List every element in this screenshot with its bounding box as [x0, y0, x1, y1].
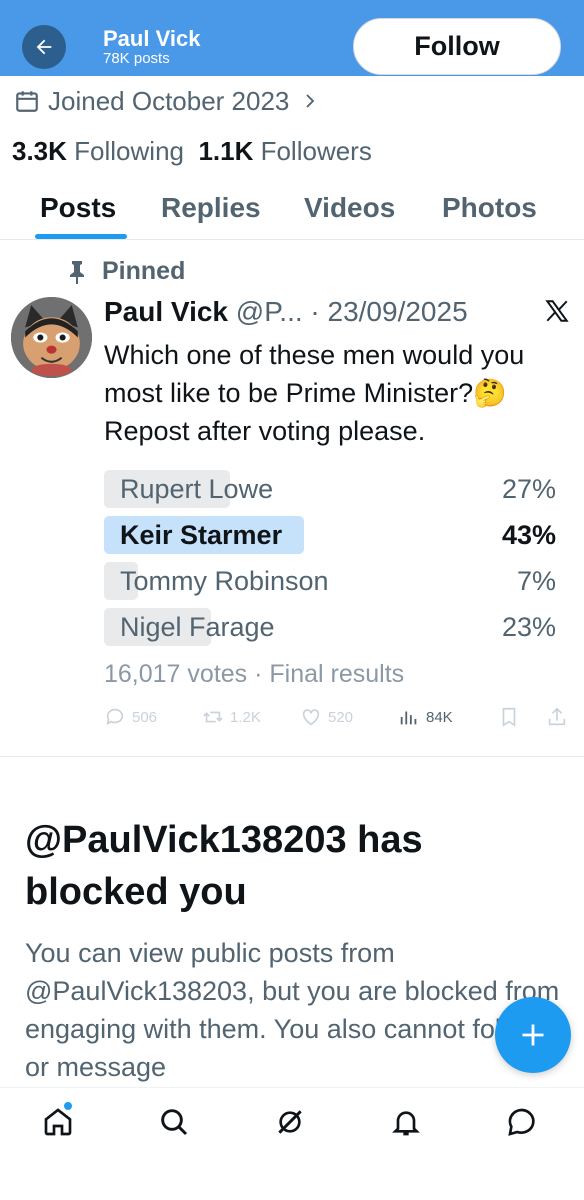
chat-bubble-icon	[508, 1108, 535, 1136]
poll-option-percent: 23%	[501, 612, 556, 642]
poll-option-label: Nigel Farage	[120, 612, 275, 642]
nav-notifications[interactable]	[390, 1106, 426, 1142]
like-button[interactable]: 520	[300, 706, 353, 728]
followers-label: Followers	[260, 136, 372, 166]
repost-button[interactable]: 1.2K	[202, 706, 261, 728]
post-header: Paul Vick @P... · 23/09/2025	[104, 296, 468, 328]
heart-icon	[302, 709, 320, 726]
poll-option-percent: 43%	[501, 520, 556, 550]
nav-messages[interactable]	[506, 1106, 542, 1142]
compose-button[interactable]	[495, 997, 571, 1073]
section-divider	[0, 756, 584, 757]
avatar[interactable]	[11, 297, 92, 378]
tab-posts[interactable]: Posts	[40, 192, 116, 224]
tab-replies[interactable]: Replies	[161, 192, 261, 224]
profile-tabs: Posts Replies Videos Photos	[0, 188, 584, 240]
header-name: Paul Vick	[103, 26, 201, 51]
repost-icon	[203, 711, 223, 723]
nav-home[interactable]	[42, 1106, 78, 1142]
pin-icon	[70, 260, 84, 284]
following-link[interactable]: 3.3K Following	[12, 136, 184, 166]
poll-option: Keir Starmer 43%	[104, 516, 556, 554]
following-count: 3.3K	[12, 136, 67, 166]
post-text: Which one of these men would you most li…	[104, 340, 525, 446]
notification-dot	[64, 1102, 72, 1110]
views-count: 84K	[426, 708, 453, 726]
chevron-right-icon	[306, 94, 315, 108]
bottom-navigation	[0, 1087, 584, 1200]
post-author-name[interactable]: Paul Vick	[104, 296, 228, 327]
profile-header: Paul Vick 78K posts Follow	[0, 0, 584, 76]
header-post-count: 78K posts	[103, 50, 170, 67]
poll-option-label: Keir Starmer	[120, 520, 283, 550]
back-button[interactable]	[22, 25, 66, 69]
bookmark-icon	[502, 707, 516, 727]
poll-option: Nigel Farage 23%	[104, 608, 556, 646]
active-tab-indicator	[35, 234, 127, 239]
home-icon	[44, 1108, 72, 1136]
grok-icon	[278, 1110, 302, 1134]
poll-option-label: Tommy Robinson	[120, 566, 329, 596]
nav-search[interactable]	[158, 1106, 194, 1142]
poll-option: Rupert Lowe 27%	[104, 470, 556, 508]
views-button[interactable]: 84K	[398, 706, 453, 728]
blocked-title: @PaulVick138203 has blocked you	[25, 819, 423, 913]
poll-option-percent: 27%	[501, 474, 556, 504]
like-count: 520	[328, 708, 354, 726]
followers-count: 1.1K	[198, 136, 254, 166]
pinned-text: Pinned	[102, 257, 186, 285]
post-handle-date[interactable]: @P... · 23/09/2025	[236, 296, 468, 327]
following-label: Following	[74, 136, 184, 166]
follow-button[interactable]: Follow	[353, 18, 561, 75]
share-icon	[548, 707, 566, 726]
tab-videos[interactable]: Videos	[304, 192, 395, 224]
nav-grok[interactable]	[274, 1106, 310, 1142]
views-icon	[400, 711, 417, 725]
poll-meta: 16,017 votes · Final results	[104, 660, 405, 688]
follow-counts: 3.3K Following 1.1K Followers	[12, 136, 372, 167]
share-button[interactable]	[546, 706, 568, 728]
followers-link[interactable]: 1.1K Followers	[198, 136, 371, 166]
joined-text: Joined October 2023	[48, 85, 290, 116]
pinned-label-row: Pinned	[66, 257, 185, 286]
bell-icon	[392, 1111, 420, 1136]
cat-avatar-image	[11, 297, 92, 378]
repost-count: 1.2K	[230, 708, 261, 726]
blocked-description: You can view public posts from @PaulVick…	[25, 938, 560, 1082]
arrow-left-icon	[36, 39, 52, 55]
tab-photos[interactable]: Photos	[442, 192, 537, 224]
bookmark-button[interactable]	[498, 706, 520, 728]
search-icon	[161, 1109, 188, 1136]
joined-date-link[interactable]: Joined October 2023	[14, 84, 319, 118]
poll-option: Tommy Robinson 7%	[104, 562, 556, 600]
reply-count: 506	[132, 708, 158, 726]
plus-icon	[522, 1024, 544, 1046]
poll-option-percent: 7%	[516, 566, 556, 596]
poll-option-label: Rupert Lowe	[120, 474, 274, 504]
reply-button[interactable]: 506	[104, 706, 157, 728]
reply-icon	[106, 708, 124, 725]
calendar-icon	[16, 91, 38, 112]
x-logo-icon	[545, 300, 569, 322]
post-actions: 506 1.2K 520 84K	[104, 706, 570, 734]
